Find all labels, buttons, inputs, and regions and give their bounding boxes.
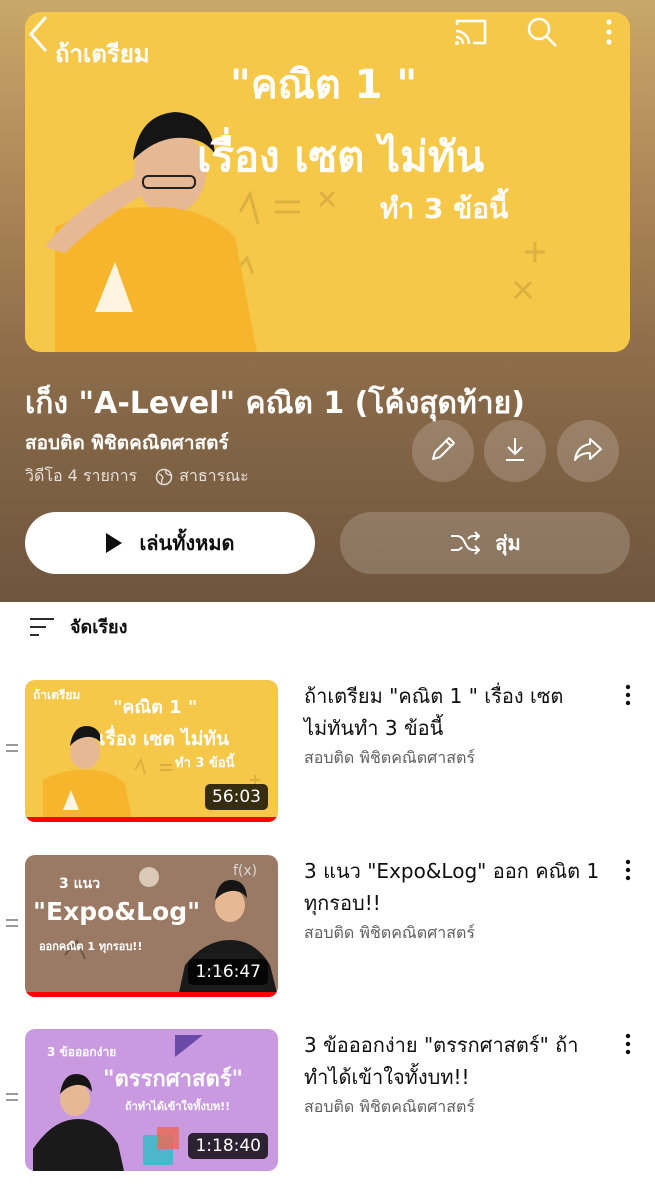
- video-channel[interactable]: สอบติด พิชิตคณิตศาสตร์: [304, 1095, 475, 1120]
- drag-handle-icon[interactable]: [6, 1093, 18, 1107]
- thumb-caption-line2: ถ้าทำได้เข้าใจทั้งบท!!: [125, 1100, 231, 1113]
- list-item[interactable]: 3 แนว "Expo&Log" ออกคณิต 1 ทุกรอบ!! f(x)…: [0, 855, 655, 1000]
- thumb-caption-top: ถ้าเตรียม: [33, 688, 81, 702]
- video-channel[interactable]: สอบติด พิชิตคณิตศาสตร์: [304, 921, 475, 946]
- video-title[interactable]: ถ้าเตรียม "คณิต 1 " เรื่อง เซต ไม่ทันทำ …: [304, 680, 612, 744]
- search-icon: [526, 16, 558, 52]
- thumb-caption-top: 3 ข้อออกง่าย: [47, 1045, 117, 1059]
- video-more-button[interactable]: [618, 684, 638, 714]
- more-vertical-icon: [625, 684, 631, 714]
- video-count: วิดีโอ 4 รายการ: [25, 466, 138, 485]
- more-options-button[interactable]: [594, 14, 624, 54]
- more-vertical-icon: [625, 1033, 631, 1063]
- cast-button[interactable]: [448, 14, 494, 54]
- edit-button[interactable]: [412, 420, 474, 482]
- play-all-label: เล่นทั้งหมด: [139, 531, 235, 555]
- play-icon: [105, 532, 123, 554]
- pencil-icon: [428, 434, 458, 468]
- sort-button[interactable]: จัดเรียง: [28, 612, 127, 641]
- sort-label: จัดเรียง: [70, 617, 128, 638]
- top-app-bar: [0, 0, 655, 70]
- drag-handle-icon[interactable]: [6, 919, 18, 933]
- thumb-caption-line1: "คณิต 1 ": [113, 697, 198, 718]
- thumb-text-line3: ทำ 3 ข้อนี้: [380, 192, 509, 225]
- thumb-caption-line1: "ตรรกศาสตร์": [103, 1067, 244, 1092]
- thumb-caption-top: 3 แนว: [59, 876, 101, 892]
- thumb-caption-fx: f(x): [233, 863, 258, 879]
- more-vertical-icon: [605, 19, 613, 49]
- playlist-meta: วิดีโอ 4 รายการ สาธารณะ: [25, 464, 249, 489]
- cast-icon: [453, 17, 489, 51]
- thumb-caption-line3: ทำ 3 ข้อนี้: [175, 756, 235, 771]
- duration-badge: 56:03: [205, 784, 268, 810]
- more-vertical-icon: [625, 859, 631, 889]
- watch-progress-bar: [25, 817, 278, 822]
- chevron-left-icon: [27, 14, 49, 58]
- watch-progress-bar: [25, 992, 278, 997]
- download-icon: [502, 435, 528, 467]
- list-item[interactable]: 3 ข้อออกง่าย "ตรรกศาสตร์" ถ้าทำได้เข้าใจ…: [0, 1029, 655, 1174]
- thumb-text-line2: เรื่อง เซต ไม่ทัน: [197, 132, 485, 181]
- play-all-button[interactable]: เล่นทั้งหมด: [25, 512, 315, 574]
- shuffle-button[interactable]: สุ่ม: [340, 512, 630, 574]
- video-thumbnail[interactable]: ถ้าเตรียม "คณิต 1 " เรื่อง เซต ไม่ทัน ทำ…: [25, 680, 278, 822]
- video-title[interactable]: 3 แนว "Expo&Log" ออก คณิต 1 ทุกรอบ!!: [304, 855, 612, 919]
- video-title[interactable]: 3 ข้อออกง่าย "ตรรกศาสตร์" ถ้าทำได้เข้าใจ…: [304, 1029, 612, 1093]
- globe-icon: [155, 468, 173, 486]
- back-button[interactable]: [18, 12, 58, 60]
- drag-handle-icon[interactable]: [6, 744, 18, 758]
- playlist-owner[interactable]: สอบติด พิชิตคณิตศาสตร์: [25, 428, 229, 458]
- sort-icon: [28, 615, 56, 639]
- video-more-button[interactable]: [618, 1033, 638, 1063]
- privacy-status: สาธารณะ: [179, 466, 249, 485]
- list-item[interactable]: ถ้าเตรียม "คณิต 1 " เรื่อง เซต ไม่ทัน ทำ…: [0, 680, 655, 825]
- video-channel[interactable]: สอบติด พิชิตคณิตศาสตร์: [304, 746, 475, 771]
- video-thumbnail[interactable]: 3 ข้อออกง่าย "ตรรกศาสตร์" ถ้าทำได้เข้าใจ…: [25, 1029, 278, 1171]
- thumb-caption-line2: เรื่อง เซต ไม่ทัน: [99, 728, 229, 750]
- duration-badge: 1:18:40: [188, 1133, 268, 1159]
- thumb-caption-line1: "Expo&Log": [33, 897, 201, 926]
- shuffle-icon: [449, 530, 481, 556]
- thumb-caption-line2: ออกคณิต 1 ทุกรอบ!!: [39, 940, 143, 953]
- playlist-title: เก็ง "A-Level" คณิต 1 (โค้งสุดท้าย): [25, 386, 525, 421]
- shuffle-label: สุ่ม: [495, 531, 521, 555]
- playlist-header: ถ้าเตรียม "คณิต 1 " เรื่อง เซต ไม่ทัน ทำ…: [0, 0, 655, 602]
- duration-badge: 1:16:47: [188, 959, 268, 985]
- share-icon: [572, 435, 604, 467]
- video-more-button[interactable]: [618, 859, 638, 889]
- search-button[interactable]: [520, 14, 564, 54]
- video-thumbnail[interactable]: 3 แนว "Expo&Log" ออกคณิต 1 ทุกรอบ!! f(x)…: [25, 855, 278, 997]
- share-button[interactable]: [557, 420, 619, 482]
- download-button[interactable]: [484, 420, 546, 482]
